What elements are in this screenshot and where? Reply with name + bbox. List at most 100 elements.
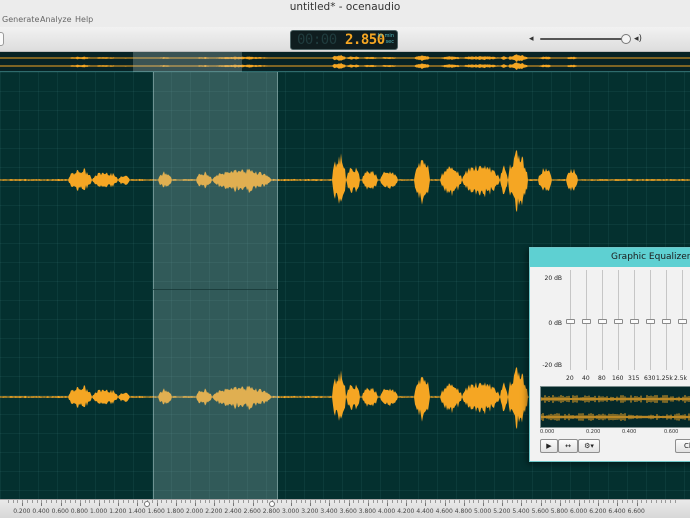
ruler-minor-tick: [295, 500, 297, 503]
eq-band-label: 160: [612, 375, 624, 382]
ruler-minor-tick: [243, 500, 244, 503]
eq-band-knob[interactable]: [614, 319, 623, 324]
eq-band-slider[interactable]: [582, 270, 591, 370]
ruler-minor-tick: [564, 500, 566, 503]
ruler-minor-tick: [334, 500, 336, 503]
menu-generate[interactable]: Generate: [2, 15, 39, 24]
close-button[interactable]: Cl: [675, 439, 690, 453]
ruler-minor-tick: [267, 500, 268, 503]
overview-visible-region[interactable]: [133, 52, 242, 72]
ruler-minor-tick: [641, 500, 643, 503]
ruler-label: 2.000: [186, 508, 204, 515]
speaker-high-icon[interactable]: ◂): [634, 34, 642, 44]
db-label-top: 20 dB: [544, 275, 562, 282]
preview-settings-button[interactable]: ⚙▾: [578, 439, 600, 453]
preview-ruler-label: 0.600: [664, 429, 679, 435]
ruler-minor-tick: [622, 500, 624, 503]
ruler-label: 2.200: [205, 508, 223, 515]
ruler-minor-tick: [12, 500, 14, 503]
selection-region[interactable]: [153, 72, 278, 499]
ruler-minor-tick: [185, 500, 187, 503]
ruler-minor-tick: [545, 500, 547, 503]
eq-band-slider[interactable]: [662, 270, 671, 370]
equalizer-preview-ruler: 0.000 0.200 0.400 0.600: [530, 429, 690, 436]
ruler-minor-tick: [651, 500, 652, 503]
ruler-minor-tick: [507, 500, 508, 503]
eq-band-knob[interactable]: [582, 319, 591, 324]
preview-play-button[interactable]: ▶: [540, 439, 558, 453]
ruler-minor-tick: [521, 500, 523, 503]
ruler-minor-tick: [406, 500, 408, 503]
eq-band-slider[interactable]: [678, 270, 687, 370]
ruler-minor-tick: [252, 500, 254, 503]
ruler-minor-tick: [382, 500, 384, 503]
equalizer-preview-waveform: [540, 395, 690, 421]
close-button-label: Cl: [684, 442, 690, 450]
time-display-ghost: 00:00: [297, 32, 337, 48]
time-display-unit: hr min sec: [378, 33, 394, 45]
ruler-minor-tick: [7, 500, 9, 503]
ocenaudio-window: untitled* - ocenaudio Generate Analyze H…: [0, 0, 690, 518]
volume-slider-knob[interactable]: [621, 34, 631, 44]
ruler-minor-tick: [646, 500, 648, 503]
ruler-minor-tick: [612, 500, 614, 503]
eq-band-label: 2.5k: [674, 375, 688, 382]
eq-band-slider[interactable]: [646, 270, 655, 370]
ruler-minor-tick: [497, 500, 499, 503]
eq-band-knob[interactable]: [566, 319, 575, 324]
ruler-minor-tick: [247, 500, 249, 503]
ruler-minor-tick: [348, 500, 350, 503]
time-ruler[interactable]: 0.200 0.400 0.600 0.800 1.000 1.200 1.400 1.600…: [0, 499, 690, 518]
ruler-minor-tick: [27, 500, 28, 503]
ruler-minor-tick: [593, 500, 595, 503]
toolbar-button[interactable]: [0, 32, 4, 46]
eq-band-knob[interactable]: [646, 319, 655, 324]
ruler-minor-tick: [559, 500, 561, 503]
volume-slider[interactable]: [540, 38, 628, 40]
ruler-minor-tick: [84, 500, 86, 503]
ruler-label: 6.000: [570, 508, 588, 515]
ruler-label: 2.800: [262, 508, 280, 515]
ruler-label: 2.600: [243, 508, 261, 515]
menu-help[interactable]: Help: [75, 15, 93, 24]
eq-band-knob[interactable]: [630, 319, 639, 324]
eq-band-slider[interactable]: [630, 270, 639, 370]
ruler-minor-tick: [276, 500, 278, 503]
ruler-minor-tick: [46, 500, 48, 503]
eq-band-slider[interactable]: [598, 270, 607, 370]
equalizer-title-bar[interactable]: Graphic Equalizer: [530, 248, 690, 267]
ruler-minor-tick: [516, 500, 518, 503]
ruler-minor-tick: [151, 500, 153, 503]
ruler-minor-tick: [569, 500, 571, 503]
overview-strip[interactable]: [0, 52, 690, 72]
eq-band-slider[interactable]: [566, 270, 575, 370]
ruler-minor-tick: [70, 500, 72, 503]
eq-band-knob[interactable]: [662, 319, 671, 324]
ruler-label: 6.400: [608, 508, 626, 515]
time-display: 00:00 2.850 hr min sec: [290, 30, 398, 50]
ruler-minor-tick: [459, 500, 460, 503]
speaker-low-icon[interactable]: ◂: [529, 34, 534, 44]
menu-analyze[interactable]: Analyze: [40, 15, 72, 24]
preview-ruler-label: 0.200: [586, 429, 601, 435]
preview-loop-button[interactable]: ↔: [558, 439, 578, 453]
ruler-label: 3.400: [320, 508, 338, 515]
ruler-minor-tick: [291, 500, 292, 503]
ruler-label: 1.200: [109, 508, 127, 515]
eq-band-knob[interactable]: [598, 319, 607, 324]
ruler-minor-tick: [411, 500, 412, 503]
ruler-label: 4.200: [397, 508, 415, 515]
ruler-label: 1.000: [90, 508, 108, 515]
ruler-minor-tick: [65, 500, 67, 503]
ruler-label: 4.000: [378, 508, 396, 515]
selection-start-marker[interactable]: [144, 501, 150, 507]
ruler-minor-tick: [99, 500, 100, 503]
ruler-minor-tick: [161, 500, 163, 503]
ruler-minor-tick: [55, 500, 57, 503]
eq-band-knob[interactable]: [678, 319, 687, 324]
window-title: untitled* - ocenaudio: [289, 1, 401, 13]
ruler-label: 5.400: [512, 508, 530, 515]
eq-band-slider[interactable]: [614, 270, 623, 370]
ruler-label: 3.600: [339, 508, 357, 515]
selection-end-marker[interactable]: [268, 501, 275, 507]
